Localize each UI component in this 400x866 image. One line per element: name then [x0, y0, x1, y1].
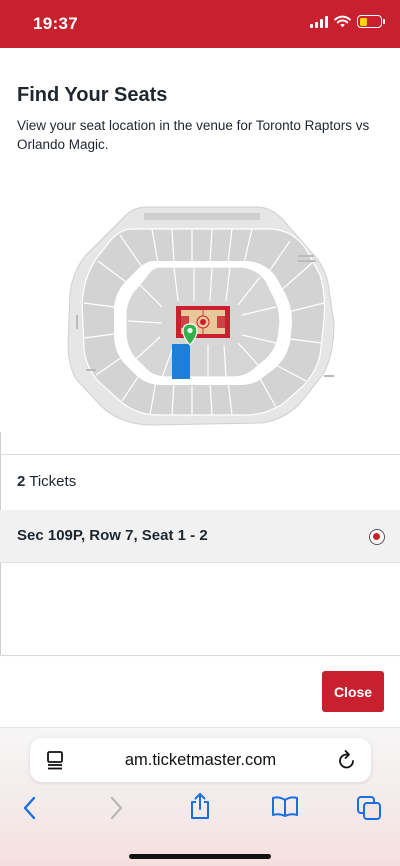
page-subtitle: View your seat location in the venue for… — [17, 118, 370, 152]
forward-icon[interactable] — [108, 795, 124, 821]
home-indicator — [129, 854, 271, 859]
close-button[interactable]: Close — [322, 671, 384, 712]
back-icon[interactable] — [22, 795, 38, 821]
page-title: Find Your Seats — [17, 84, 168, 106]
seat-option-radio[interactable] — [369, 529, 385, 545]
url-text: am.ticketmaster.com — [124, 751, 277, 769]
venue-seat-map — [67, 206, 335, 426]
divider — [0, 454, 400, 455]
seat-option-label: Sec 109P, Row 7, Seat 1 - 2 — [17, 527, 208, 544]
status-time: 19:37 — [33, 14, 78, 33]
tickets-count: 2 Tickets — [17, 473, 76, 490]
tickets-count-label: Tickets — [25, 473, 77, 490]
radio-selected-dot — [373, 533, 380, 540]
tabs-icon[interactable] — [356, 795, 382, 821]
bookmarks-icon[interactable] — [271, 795, 299, 819]
status-icons — [310, 15, 385, 28]
battery-icon — [357, 15, 385, 28]
footer-divider — [0, 655, 400, 656]
reload-icon[interactable] — [337, 749, 357, 771]
wifi-icon — [334, 15, 351, 28]
cellular-signal-icon — [310, 15, 328, 28]
status-bar: 19:37 — [0, 0, 400, 48]
browser-toolbar: am.ticketmaster.com — [0, 727, 400, 866]
seat-option-row[interactable]: Sec 109P, Row 7, Seat 1 - 2 — [0, 510, 400, 563]
selected-section-highlight — [172, 344, 190, 379]
address-bar[interactable]: am.ticketmaster.com — [30, 738, 371, 782]
share-icon[interactable] — [189, 791, 211, 821]
